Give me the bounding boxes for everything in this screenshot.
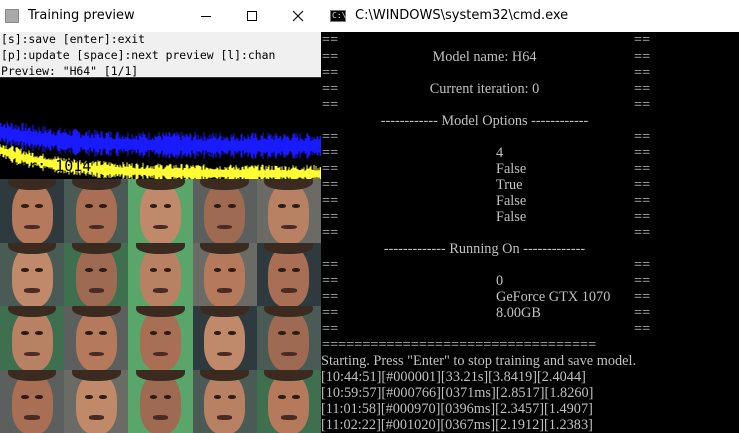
preview-face-tile — [128, 242, 193, 306]
border-mark: == — [322, 289, 339, 305]
border-mark: == — [322, 305, 339, 321]
preview-face-tile — [64, 179, 129, 243]
preview-face-tile — [256, 242, 321, 306]
preview-face-tile — [128, 179, 193, 243]
log-line: [10:59:57][#000766][0371ms][2.8517][1.82… — [321, 385, 594, 401]
setting-value: True — [496, 177, 523, 193]
help-line-update: [p]:update [space]:next preview [l]:chan — [1, 48, 276, 62]
preview-face-tile — [0, 369, 65, 433]
preview-face-tile — [128, 306, 193, 370]
section-header-model-options: ------------ Model Options ------------ — [380, 113, 589, 129]
border-mark: == — [634, 193, 651, 209]
border-mark: == — [322, 145, 339, 161]
border-mark: == — [634, 161, 651, 177]
training-preview-window: Training preview [s]:save [enter]:exit [… — [0, 0, 321, 433]
divider: ================================== — [322, 337, 597, 353]
preview-face-tile — [192, 369, 257, 433]
minimize-icon — [201, 16, 211, 17]
border-mark: == — [322, 273, 339, 289]
border-mark: == — [634, 273, 651, 289]
border-mark: == — [322, 193, 339, 209]
model-name-line: Model name: H64 — [432, 49, 537, 65]
preview-face-grid — [0, 179, 321, 433]
setting-value: False — [496, 193, 527, 209]
help-line-save: [s]:save [enter]:exit — [1, 32, 146, 46]
border-mark: == — [322, 321, 339, 337]
preview-window-title: Training preview — [28, 8, 135, 23]
border-mark: == — [322, 257, 339, 273]
border-mark: == — [322, 32, 339, 48]
starting-message: Starting. Press "Enter" to stop training… — [321, 353, 637, 369]
loss-series-1 — [0, 121, 321, 160]
border-mark: == — [634, 209, 651, 225]
log-line: [11:02:22][#001020][0367ms][2.1912][1.23… — [321, 417, 593, 433]
section-header-running-on: ------------- Running On ------------- — [383, 241, 586, 257]
border-mark: == — [634, 257, 651, 273]
border-mark: == — [322, 129, 339, 145]
setting-value: 0 — [496, 273, 504, 289]
border-mark: == — [634, 305, 651, 321]
log-line: [11:01:58][#000970][0396ms][2.3457][1.49… — [321, 401, 593, 417]
maximize-icon — [247, 11, 257, 21]
preview-face-tile — [64, 369, 129, 433]
border-mark: == — [634, 177, 651, 193]
preview-face-tile — [256, 369, 321, 433]
cmd-window-title: C:\WINDOWS\system32\cmd.exe — [355, 8, 569, 23]
preview-face-tile — [256, 306, 321, 370]
border-mark: == — [634, 65, 651, 81]
preview-face-tile — [128, 369, 193, 433]
app-icon — [5, 9, 19, 23]
border-mark: == — [322, 209, 339, 225]
border-mark: == — [322, 177, 339, 193]
border-mark: == — [322, 161, 339, 177]
preview-face-tile — [256, 179, 321, 243]
border-mark: == — [322, 65, 339, 81]
preview-face-tile — [192, 242, 257, 306]
border-mark: == — [634, 289, 651, 305]
cmd-window: C:\ C:\WINDOWS\system32\cmd.exe == == == M… — [321, 0, 739, 433]
preview-face-tile — [0, 242, 65, 306]
console-icon: C:\ — [330, 10, 347, 22]
preview-titlebar[interactable]: Training preview — [0, 0, 321, 32]
setting-value: GeForce GTX 1070 — [496, 289, 611, 305]
close-button[interactable] — [275, 0, 321, 32]
log-line: [10:44:51][#000001][33.21s][3.8419][2.40… — [321, 369, 586, 385]
preview-face-tile — [64, 306, 129, 370]
iteration-counter: Iter: 1014 — [1, 157, 92, 175]
close-icon — [292, 10, 304, 22]
border-mark: == — [634, 321, 651, 337]
border-mark: == — [634, 97, 651, 113]
setting-value: False — [496, 161, 527, 177]
preview-face-tile — [64, 242, 129, 306]
cmd-titlebar[interactable]: C:\ C:\WINDOWS\system32\cmd.exe — [321, 0, 739, 32]
console-output[interactable]: == == == Model name: H64 == == == == Current … — [321, 32, 739, 433]
border-mark: == — [634, 49, 651, 65]
preview-face-tile — [0, 306, 65, 370]
border-mark: == — [322, 97, 339, 113]
preview-face-tile — [192, 306, 257, 370]
setting-value: 8.00GB — [496, 305, 541, 321]
border-mark: == — [634, 225, 651, 241]
minimize-button[interactable] — [183, 0, 229, 32]
border-mark: == — [634, 81, 651, 97]
maximize-button[interactable] — [229, 0, 275, 32]
border-mark: == — [634, 32, 651, 48]
preview-face-tile — [192, 179, 257, 243]
preview-canvas[interactable]: [s]:save [enter]:exit [p]:update [space]… — [0, 32, 321, 433]
setting-value: 4 — [496, 145, 504, 161]
preview-face-tile — [0, 179, 65, 243]
border-mark: == — [634, 145, 651, 161]
setting-value: False — [496, 209, 527, 225]
border-mark: == — [322, 225, 339, 241]
border-mark: == — [634, 129, 651, 145]
current-iteration-line: Current iteration: 0 — [429, 81, 540, 97]
